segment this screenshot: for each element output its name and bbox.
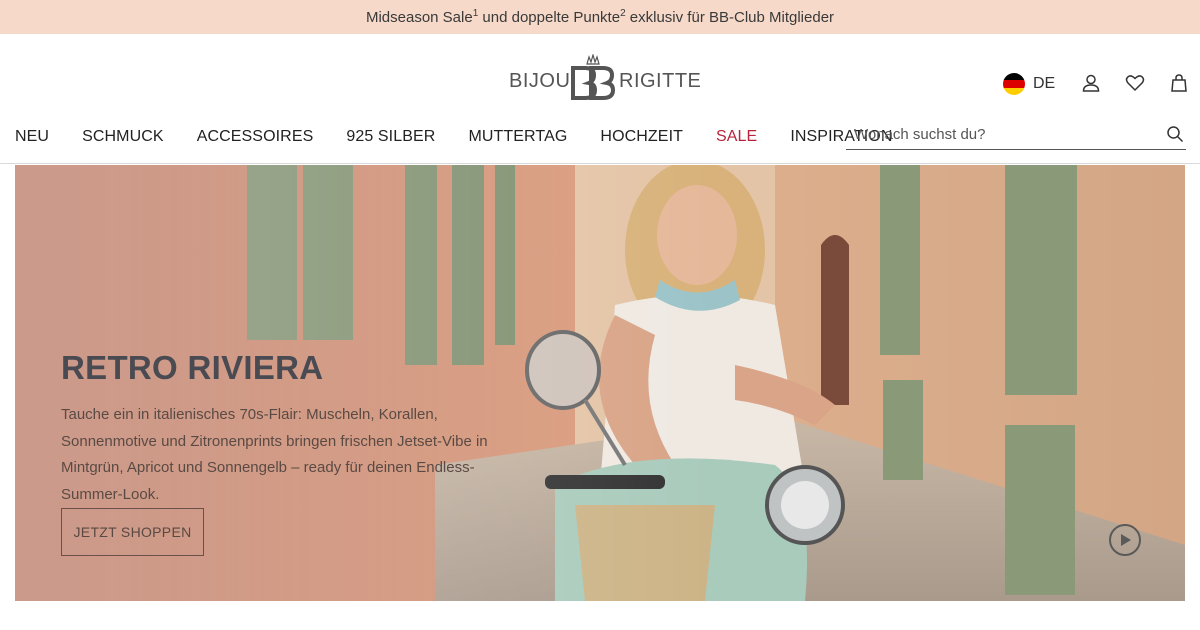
- search-bar: [846, 120, 1186, 150]
- bb-monogram-icon: [571, 54, 616, 100]
- logo-word-left: BIJOU: [509, 70, 571, 92]
- nav-item-muttertag[interactable]: MUTTERTAG: [468, 128, 567, 146]
- hero-title: RETRO RIVIERA: [61, 349, 324, 386]
- promo-bar[interactable]: Midseason Sale1 und doppelte Punkte2 exk…: [0, 0, 1200, 34]
- promo-text: Midseason Sale1 und doppelte Punkte2 exk…: [365, 7, 835, 26]
- nav-item-accessoires[interactable]: ACCESSOIRES: [197, 128, 314, 146]
- wishlist-button[interactable]: [1124, 72, 1146, 94]
- main-navigation: NEU SCHMUCK ACCESSOIRES 925 SILBER MUTTE…: [15, 125, 925, 149]
- nav-item-neu[interactable]: NEU: [15, 128, 49, 146]
- search-icon[interactable]: [1166, 125, 1184, 143]
- language-label: DE: [1033, 75, 1056, 92]
- brand-logo[interactable]: BIJOU RIGITTE: [509, 48, 701, 100]
- search-input[interactable]: [846, 120, 1146, 148]
- user-icon: [1082, 74, 1100, 92]
- play-icon: [1121, 534, 1131, 546]
- hero-description: Tauche ein in italienisches 70s-Flair: M…: [61, 406, 488, 503]
- nav-item-schmuck[interactable]: SCHMUCK: [82, 128, 164, 146]
- account-button[interactable]: [1080, 72, 1102, 94]
- nav-item-925-silber[interactable]: 925 SILBER: [346, 128, 435, 146]
- nav-item-hochzeit[interactable]: HOCHZEIT: [600, 128, 683, 146]
- heart-icon: [1125, 75, 1145, 92]
- shop-now-button[interactable]: JETZT SHOPPEN: [61, 508, 204, 556]
- language-selector[interactable]: DE: [1003, 72, 1055, 96]
- site-header: BIJOU RIGITTE DE NEU SCHMUCK ACCESSOIRES…: [0, 34, 1200, 164]
- nav-item-sale[interactable]: SALE: [716, 128, 757, 146]
- bag-icon: [1171, 74, 1187, 92]
- hero-banner[interactable]: RETRO RIVIERA Tauche ein in italienische…: [15, 165, 1185, 601]
- play-video-button[interactable]: [1109, 524, 1141, 556]
- germany-flag-icon: [1003, 73, 1025, 95]
- logo-word-right: RIGITTE: [619, 70, 702, 92]
- cart-button[interactable]: [1168, 72, 1190, 94]
